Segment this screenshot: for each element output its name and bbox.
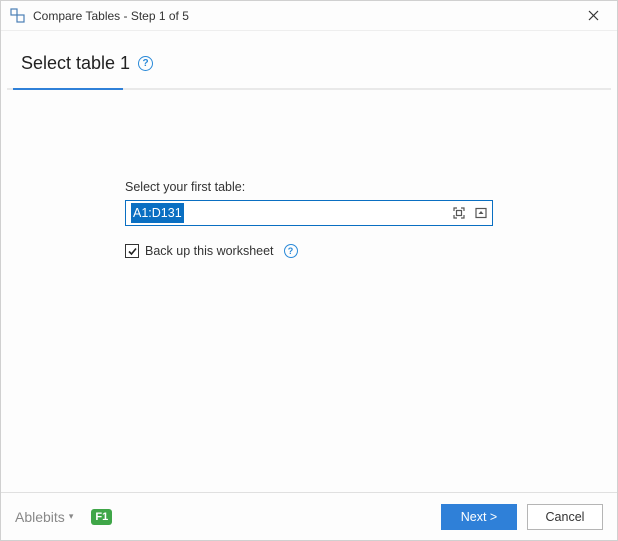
heading-text: Select table 1: [21, 53, 130, 74]
chevron-down-icon: ▾: [69, 511, 74, 522]
f1-help-button[interactable]: F1: [91, 509, 112, 525]
footer: Ablebits ▾ F1 Next > Cancel: [1, 492, 617, 540]
help-icon[interactable]: ?: [138, 56, 153, 71]
range-input-value[interactable]: A1:D131: [126, 201, 448, 225]
app-icon: [9, 7, 27, 25]
collapse-dialog-icon[interactable]: [470, 202, 492, 224]
help-icon[interactable]: ?: [284, 244, 298, 258]
backup-checkbox-row[interactable]: Back up this worksheet ?: [125, 244, 493, 258]
main-content: Select your first table: A1:D131: [1, 90, 617, 492]
wizard-progress-active: [13, 88, 123, 90]
next-button[interactable]: Next >: [441, 504, 517, 530]
brand-dropdown[interactable]: Ablebits ▾: [15, 509, 73, 525]
page-heading: Select table 1 ?: [21, 53, 597, 74]
titlebar: Compare Tables - Step 1 of 5: [1, 1, 617, 31]
brand-label: Ablebits: [15, 509, 65, 525]
range-input-selected-text: A1:D131: [131, 203, 184, 223]
wizard-progress: [7, 88, 611, 90]
close-button[interactable]: [573, 2, 613, 30]
window-title: Compare Tables - Step 1 of 5: [33, 9, 573, 23]
range-input[interactable]: A1:D131: [125, 200, 493, 226]
heading-area: Select table 1 ?: [1, 31, 617, 88]
backup-checkbox-label: Back up this worksheet: [145, 244, 274, 258]
form-block: Select your first table: A1:D131: [125, 180, 493, 258]
cancel-button[interactable]: Cancel: [527, 504, 603, 530]
range-field-label: Select your first table:: [125, 180, 493, 194]
backup-checkbox[interactable]: [125, 244, 139, 258]
select-range-icon[interactable]: [448, 202, 470, 224]
